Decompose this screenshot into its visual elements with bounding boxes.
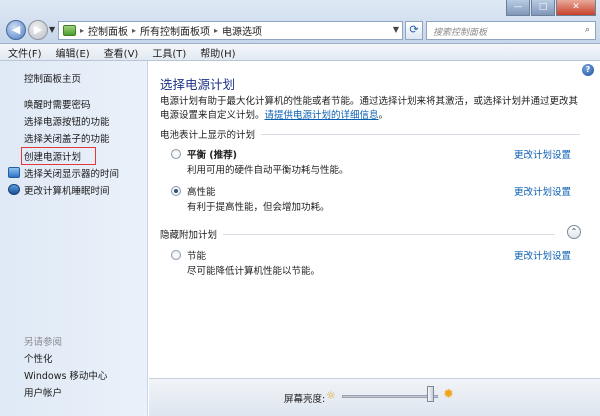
brightness-bar: 屏幕亮度: ☼ ✹ bbox=[149, 378, 600, 416]
sidebar-item-control-panel-home[interactable]: 控制面板主页 bbox=[24, 71, 81, 85]
menu-bar: 文件(F) 编辑(E) 查看(V) 工具(T) 帮助(H) bbox=[0, 44, 600, 61]
plan-balanced-name: 平衡 (推荐) bbox=[187, 150, 237, 161]
see-also-heading: 另请参阅 bbox=[24, 337, 63, 348]
sidebar-item-user-accounts[interactable]: 用户帐户 bbox=[24, 385, 62, 399]
refresh-button[interactable]: ⟳ bbox=[405, 21, 423, 40]
plan-balanced-radio[interactable] bbox=[171, 149, 181, 159]
plan-power-saver-name: 节能 bbox=[187, 251, 207, 262]
hidden-plans-heading[interactable]: 隐藏附加计划 bbox=[160, 227, 217, 241]
brightness-slider[interactable] bbox=[342, 395, 438, 398]
collapse-chevron-up-icon[interactable]: ⌃ bbox=[567, 225, 581, 239]
menu-view[interactable]: 查看(V) bbox=[104, 45, 139, 60]
search-placeholder: 搜索控制面板 bbox=[433, 28, 488, 38]
search-input[interactable]: 搜索控制面板 ⌕ bbox=[426, 21, 596, 40]
sidebar-item-mobility-center[interactable]: Windows 移动中心 bbox=[24, 368, 107, 382]
title-bar: — □ ✕ ◀ ▶ ▼ ▸ 控制面板 ▸ 所有控制面板项 ▸ 电源选项 ▼ ⟳ … bbox=[0, 0, 600, 44]
monitor-icon bbox=[8, 167, 20, 178]
breadcrumb-item-power-options[interactable]: 电源选项 bbox=[222, 23, 262, 38]
battery-plans-heading: 电池表计上显示的计划 bbox=[160, 130, 256, 141]
plan-details-link[interactable]: 请提供电源计划的详细信息 bbox=[265, 110, 379, 121]
bright-sun-icon: ✹ bbox=[443, 387, 454, 402]
plan-balanced-change-link[interactable]: 更改计划设置 bbox=[514, 147, 571, 161]
section-divider bbox=[223, 233, 555, 235]
brightness-label: 屏幕亮度: bbox=[284, 394, 326, 405]
plan-high-performance-change-link[interactable]: 更改计划设置 bbox=[514, 184, 571, 198]
brightness-slider-thumb[interactable] bbox=[427, 386, 435, 402]
plan-balanced[interactable]: 平衡 (推荐) 利用可用的硬件自动平衡功耗与性能。 更改计划设置 bbox=[171, 147, 571, 177]
main-content: ? 选择电源计划 电源计划有助于最大化计算机的性能或者节能。通过选择计划来将其激… bbox=[149, 61, 600, 416]
menu-help[interactable]: 帮助(H) bbox=[200, 45, 235, 60]
address-dropdown-icon[interactable]: ▼ bbox=[393, 25, 399, 34]
breadcrumb-chevron-icon: ▸ bbox=[132, 26, 137, 35]
address-bar[interactable]: ▸ 控制面板 ▸ 所有控制面板项 ▸ 电源选项 ▼ bbox=[58, 21, 403, 40]
sidebar-item-display-off[interactable]: 选择关闭显示器的时间 bbox=[24, 166, 119, 180]
page-title: 选择电源计划 bbox=[160, 77, 236, 92]
menu-edit[interactable]: 编辑(E) bbox=[56, 45, 90, 60]
plan-balanced-desc: 利用可用的硬件自动平衡功耗与性能。 bbox=[187, 165, 349, 176]
plan-power-saver-desc: 尽可能降低计算机性能以节能。 bbox=[187, 266, 321, 277]
intro-text: 电源计划有助于最大化计算机的性能或者节能。通过选择计划来将其激活，或选择计划并通… bbox=[160, 96, 579, 121]
control-panel-folder-icon bbox=[63, 25, 76, 36]
plan-high-performance-desc: 有利于提高性能，但会增加功耗。 bbox=[187, 202, 330, 213]
plan-high-performance[interactable]: 高性能 有利于提高性能，但会增加功耗。 更改计划设置 bbox=[171, 184, 571, 214]
sidebar-item-power-button[interactable]: 选择电源按钮的功能 bbox=[24, 114, 110, 128]
hidden-plans-header: 隐藏附加计划 bbox=[160, 227, 555, 241]
sidebar: 控制面板主页 唤醒时需要密码 选择电源按钮的功能 选择关闭盖子的功能 创建电源计… bbox=[0, 61, 148, 416]
window-controls: — □ ✕ bbox=[506, 0, 596, 16]
recent-pages-chevron-icon[interactable]: ▼ bbox=[49, 25, 55, 34]
menu-tools[interactable]: 工具(T) bbox=[152, 45, 186, 60]
plan-high-performance-name: 高性能 bbox=[187, 187, 216, 198]
help-icon[interactable]: ? bbox=[582, 64, 594, 76]
sleep-moon-icon bbox=[8, 184, 20, 195]
breadcrumb-item-all-items[interactable]: 所有控制面板项 bbox=[140, 23, 210, 38]
forward-button[interactable]: ▶ bbox=[28, 20, 48, 40]
back-button[interactable]: ◀ bbox=[6, 20, 26, 40]
dim-sun-icon: ☼ bbox=[326, 389, 336, 402]
sidebar-item-personalization[interactable]: 个性化 bbox=[24, 351, 53, 365]
plan-high-performance-radio[interactable] bbox=[171, 186, 181, 196]
plan-power-saver-radio[interactable] bbox=[171, 250, 181, 260]
breadcrumb-chevron-icon: ▸ bbox=[80, 26, 85, 35]
breadcrumb-chevron-icon: ▸ bbox=[214, 26, 219, 35]
plan-power-saver-change-link[interactable]: 更改计划设置 bbox=[514, 248, 571, 262]
menu-file[interactable]: 文件(F) bbox=[8, 45, 42, 60]
sidebar-item-sleep-time[interactable]: 更改计算机睡眠时间 bbox=[24, 183, 110, 197]
plan-power-saver[interactable]: 节能 尽可能降低计算机性能以节能。 更改计划设置 bbox=[171, 248, 571, 278]
sidebar-item-wake-password[interactable]: 唤醒时需要密码 bbox=[24, 97, 91, 111]
close-button[interactable]: ✕ bbox=[556, 0, 596, 16]
minimize-button[interactable]: — bbox=[506, 0, 530, 16]
breadcrumb-item-control-panel[interactable]: 控制面板 bbox=[88, 23, 128, 38]
battery-plans-header: 电池表计上显示的计划 bbox=[160, 127, 580, 141]
sidebar-item-create-power-plan[interactable]: 创建电源计划 bbox=[21, 147, 97, 165]
sidebar-item-lid-close[interactable]: 选择关闭盖子的功能 bbox=[24, 131, 110, 145]
section-divider bbox=[261, 133, 580, 135]
control-panel-window: — □ ✕ ◀ ▶ ▼ ▸ 控制面板 ▸ 所有控制面板项 ▸ 电源选项 ▼ ⟳ … bbox=[0, 0, 600, 416]
maximize-button[interactable]: □ bbox=[531, 0, 555, 16]
search-icon[interactable]: ⌕ bbox=[585, 25, 590, 35]
